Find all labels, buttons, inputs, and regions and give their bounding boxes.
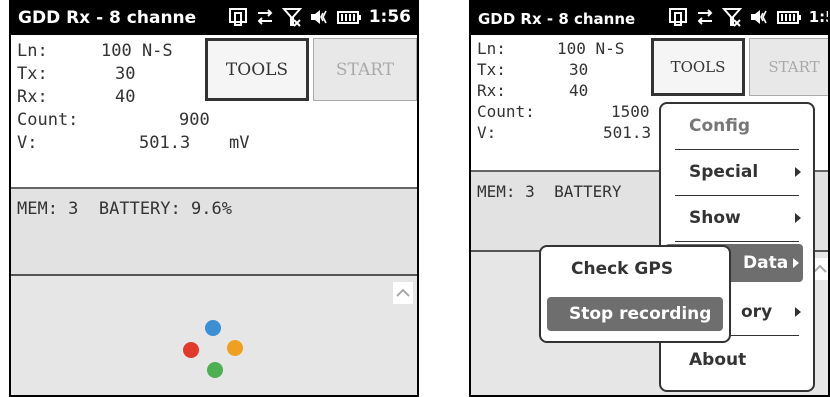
battery-icon bbox=[336, 7, 362, 27]
arrows-icon bbox=[695, 7, 715, 27]
menu-item-label: Config bbox=[689, 116, 751, 136]
status-bar: GDD Rx - 8 channe 1:56 bbox=[11, 2, 417, 35]
ln-value: 100 N-S bbox=[101, 41, 173, 61]
menu-item-label: Special bbox=[689, 162, 759, 182]
data-submenu: Check GPS Stop recording bbox=[539, 245, 731, 343]
menu-item-config[interactable]: Config bbox=[661, 104, 813, 150]
start-button[interactable]: START bbox=[313, 38, 417, 101]
submenu-item-label: Stop recording bbox=[569, 304, 712, 324]
tx-value: 30 bbox=[115, 64, 136, 84]
stop-recording-item[interactable]: Stop recording bbox=[547, 297, 723, 331]
status-bar: GDD Rx - 8 channe 1:56 bbox=[471, 2, 828, 35]
submenu-item-label: Check GPS bbox=[571, 259, 674, 279]
clock: 1:56 bbox=[368, 7, 411, 27]
volume-icon[interactable] bbox=[309, 7, 329, 27]
app-title: GDD Rx - 8 channe bbox=[478, 10, 636, 28]
voltage-label: V: bbox=[477, 123, 497, 142]
battery-icon bbox=[776, 7, 802, 27]
scroll-up-button[interactable] bbox=[393, 282, 413, 304]
menu-item-label: Show bbox=[689, 208, 741, 228]
no-signal-icon bbox=[281, 7, 302, 27]
tx-label: Tx: bbox=[17, 64, 48, 84]
sync-icon[interactable] bbox=[228, 7, 248, 27]
menu-item-special[interactable]: Special bbox=[661, 150, 813, 196]
count-label: Count: bbox=[17, 110, 79, 130]
no-signal-icon bbox=[721, 7, 742, 27]
mem-battery-text: MEM: 3 BATTERY: 9.6% bbox=[17, 199, 232, 219]
left-screen: GDD Rx - 8 channe 1:56 Ln: 100 N-S Tx: 3… bbox=[9, 0, 419, 397]
chevron-up-icon bbox=[813, 264, 827, 273]
app-title: GDD Rx - 8 channe bbox=[18, 8, 197, 28]
map-area bbox=[11, 276, 417, 395]
mem-battery-text: MEM: 3 BATTERY bbox=[477, 182, 622, 201]
voltage-label: V: bbox=[17, 133, 38, 153]
menu-separator bbox=[675, 241, 799, 242]
menu-item-show[interactable]: Show bbox=[661, 196, 813, 242]
submenu-arrow-icon bbox=[795, 213, 801, 223]
menu-item-label: About bbox=[689, 350, 747, 370]
ln-label: Ln: bbox=[477, 39, 506, 58]
start-button[interactable]: START bbox=[749, 38, 828, 96]
menu-item-label: Data bbox=[743, 253, 789, 273]
tools-button[interactable]: TOOLS bbox=[205, 38, 309, 101]
tx-label: Tx: bbox=[477, 60, 506, 79]
tools-button[interactable]: TOOLS bbox=[651, 38, 745, 96]
volume-icon[interactable] bbox=[749, 7, 769, 27]
menu-item-about[interactable]: About bbox=[661, 338, 813, 384]
rx-label: Rx: bbox=[17, 87, 48, 107]
clock: 1:56 bbox=[808, 8, 828, 26]
status-panel: MEM: 3 BATTERY: 9.6% bbox=[11, 189, 417, 276]
count-value: 1500 bbox=[611, 102, 650, 121]
gps-busy-icon bbox=[183, 320, 243, 378]
count-value: 900 bbox=[179, 110, 210, 130]
rx-label: Rx: bbox=[477, 81, 506, 100]
rx-value: 40 bbox=[569, 81, 589, 100]
ln-label: Ln: bbox=[17, 41, 48, 61]
tx-value: 30 bbox=[569, 60, 589, 79]
submenu-arrow-icon bbox=[795, 167, 801, 177]
rx-value: 40 bbox=[115, 87, 136, 107]
arrows-icon bbox=[255, 7, 275, 27]
submenu-arrow-icon bbox=[793, 258, 799, 268]
check-gps-item[interactable]: Check GPS bbox=[541, 247, 729, 291]
submenu-arrow-icon bbox=[795, 307, 801, 317]
chevron-up-icon bbox=[396, 288, 410, 297]
voltage-unit: mV bbox=[229, 133, 250, 153]
voltage-value: 501.3 bbox=[603, 123, 652, 142]
voltage-value: 501.3 bbox=[139, 133, 191, 153]
right-screen: GDD Rx - 8 channe 1:56 Ln: 100 N-S Tx: 3… bbox=[469, 0, 830, 397]
count-label: Count: bbox=[477, 102, 535, 121]
sync-icon[interactable] bbox=[668, 7, 688, 27]
reading-panel: Ln: 100 N-S Tx: 30 Rx: 40 Count: 900 V: … bbox=[11, 35, 417, 189]
menu-item-label: ory bbox=[741, 302, 773, 322]
ln-value: 100 N-S bbox=[557, 39, 625, 58]
